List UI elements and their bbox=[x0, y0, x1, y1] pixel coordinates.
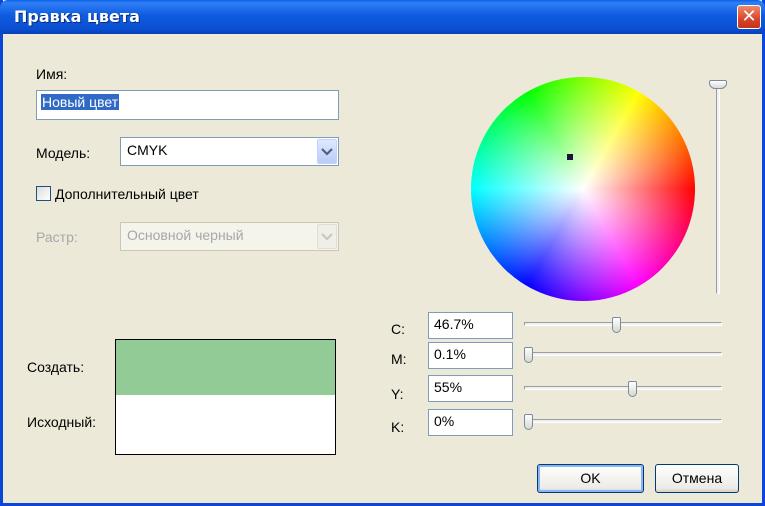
brightness-slider-thumb[interactable] bbox=[709, 80, 727, 89]
c-input[interactable]: 46.7% bbox=[428, 312, 513, 339]
k-slider-track[interactable] bbox=[524, 419, 722, 423]
k-label: K: bbox=[391, 419, 405, 435]
color-wheel[interactable] bbox=[471, 77, 695, 301]
color-edit-dialog: Правка цвета ✕ Имя: Новый цвет Модель: C… bbox=[0, 0, 765, 506]
name-input-value: Новый цвет bbox=[41, 94, 120, 110]
brightness-slider-track[interactable] bbox=[716, 88, 720, 294]
color-wheel-marker[interactable] bbox=[567, 154, 573, 160]
model-select-value: CMYK bbox=[127, 142, 168, 158]
chevron-down-icon bbox=[317, 224, 337, 249]
window-title: Правка цвета bbox=[14, 7, 140, 26]
model-label: Модель: bbox=[36, 145, 91, 161]
m-label: M: bbox=[391, 351, 407, 367]
close-icon: ✕ bbox=[741, 6, 757, 27]
c-slider-thumb[interactable] bbox=[612, 317, 622, 333]
screen-select-value: Основной черный bbox=[127, 227, 244, 243]
y-input[interactable]: 55% bbox=[428, 375, 513, 402]
m-slider-track[interactable] bbox=[524, 352, 722, 356]
k-slider-thumb[interactable] bbox=[524, 414, 533, 430]
new-color-label: Создать: bbox=[27, 359, 85, 375]
c-label: C: bbox=[391, 321, 405, 337]
color-preview bbox=[115, 339, 336, 455]
close-button[interactable]: ✕ bbox=[737, 5, 761, 29]
chevron-down-icon[interactable] bbox=[317, 139, 337, 164]
screen-label: Растр: bbox=[36, 229, 78, 245]
c-slider-track[interactable] bbox=[524, 322, 722, 326]
model-select[interactable]: CMYK bbox=[120, 137, 339, 166]
m-slider-thumb[interactable] bbox=[524, 347, 534, 363]
spot-color-label[interactable]: Дополнительный цвет bbox=[55, 186, 199, 202]
new-color-swatch bbox=[116, 340, 335, 395]
cancel-button[interactable]: Отмена bbox=[655, 464, 739, 493]
spot-color-checkbox[interactable] bbox=[36, 186, 51, 201]
y-label: Y: bbox=[391, 386, 404, 402]
y-slider-thumb[interactable] bbox=[627, 381, 637, 397]
name-input[interactable]: Новый цвет bbox=[36, 90, 339, 120]
k-input[interactable]: 0% bbox=[428, 409, 513, 436]
y-slider-track[interactable] bbox=[524, 386, 722, 390]
original-color-swatch bbox=[116, 395, 335, 454]
original-color-label: Исходный: bbox=[27, 414, 97, 430]
ok-button[interactable]: OK bbox=[537, 464, 644, 493]
name-label: Имя: bbox=[36, 66, 68, 82]
screen-select: Основной черный bbox=[120, 222, 339, 251]
title-bar[interactable]: Правка цвета ✕ bbox=[0, 0, 765, 34]
m-input[interactable]: 0.1% bbox=[428, 342, 513, 369]
